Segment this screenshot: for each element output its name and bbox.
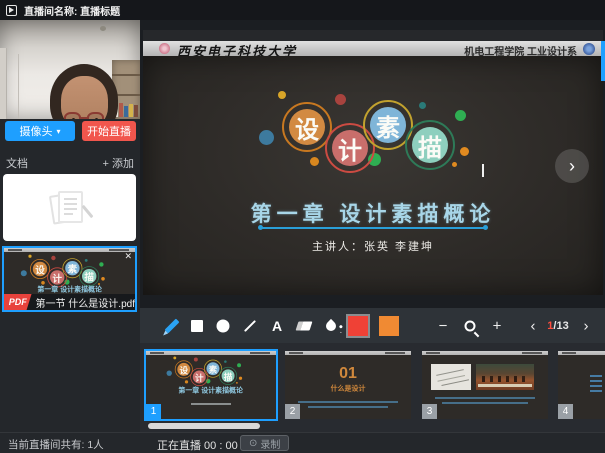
zoom-out-icon[interactable]: − <box>439 317 448 334</box>
pdf-filename: 第一节 什么是设计.pdf <box>36 295 135 310</box>
annotation-toolbar: A − + ‹ 1/13 › <box>140 308 605 343</box>
title-circle-miao: 描 <box>405 120 455 170</box>
start-live-button[interactable]: 开始直播 <box>82 121 136 141</box>
page-indicator: 1/13 <box>547 320 568 332</box>
webcam-person-face <box>61 76 108 119</box>
presentation-area: 西安电子科技大学 机电工程学院 工业设计系 设 计 素 <box>140 20 605 432</box>
next-slide-button[interactable]: › <box>555 149 589 183</box>
documents-label: 文档 <box>6 155 28 171</box>
slide-canvas[interactable]: 西安电子科技大学 机电工程学院 工业设计系 设 计 素 <box>143 30 603 295</box>
mini-section-title: 什么是设计 <box>285 383 411 401</box>
pdf-document-thumbnail[interactable]: ✕ 设 计 素 描 第一章 设计素描概论 <box>2 246 137 312</box>
rectangle-tool-icon[interactable] <box>191 320 203 332</box>
title-circle-miao: 描 <box>219 367 237 385</box>
slide-vertical-scrollbar[interactable] <box>601 41 605 81</box>
chalkboard: 设 计 素 描 第一章 设计素描概论 主讲人：张英 李建坤 <box>143 56 603 295</box>
thumbnail-slide-1[interactable]: 设 计 素 描 第一章 设计素描概论 1 <box>146 351 276 419</box>
university-seal-icon <box>159 43 170 54</box>
mini-sketch-image <box>431 364 471 390</box>
title-underline <box>261 227 485 229</box>
speakers-line: 主讲人：张英 李建坤 <box>143 238 603 254</box>
department-logo-icon <box>583 43 595 55</box>
text-tool-icon[interactable]: A <box>272 318 282 334</box>
slide-header-bar: 西安电子科技大学 机电工程学院 工业设计系 <box>143 41 603 56</box>
magnifier-icon[interactable] <box>465 320 476 331</box>
titlebar: 直播间名称: 直播标题 <box>0 0 605 20</box>
thumbnail-scrollbar[interactable] <box>148 423 260 429</box>
thumbnail-number: 4 <box>558 404 573 419</box>
webcam-wall-edge <box>18 54 19 119</box>
eraser-tool-icon[interactable] <box>296 321 313 330</box>
record-icon: ⊙ <box>249 438 257 449</box>
zoom-in-icon[interactable]: + <box>493 317 502 334</box>
add-document-button[interactable]: + 添加 <box>103 155 134 171</box>
statusbar: 当前直播间共有: 1人 正在直播 00 : 00 : 00 ⊙ 录制 <box>0 432 605 453</box>
close-icon[interactable]: ✕ <box>124 252 132 261</box>
mini-painting-image <box>476 364 534 390</box>
chevron-down-icon: ▾ <box>56 127 60 136</box>
slide-thumbnail-strip: 设 计 素 描 第一章 设计素描概论 1 01 什么是设计 <box>140 343 605 432</box>
live-room-icon <box>6 5 17 16</box>
next-page-icon[interactable]: › <box>584 317 589 334</box>
document-placeholder-icon <box>51 191 89 224</box>
color-swatch-orange[interactable] <box>379 316 399 336</box>
viewer-count: 当前直播间共有: 1人 <box>8 437 104 452</box>
color-swatch-red[interactable] <box>348 316 368 336</box>
prev-page-icon[interactable]: ‹ <box>531 317 536 334</box>
thumbnail-slide-3[interactable]: 3 <box>422 351 548 419</box>
pdf-badge: PDF <box>4 294 32 310</box>
mini-section-number: 01 <box>285 365 411 383</box>
title-circles: 设 计 素 描 <box>252 87 492 187</box>
thumbnail-number: 2 <box>285 404 300 419</box>
chapter-title: 第一章 设计素描概论 <box>143 198 603 228</box>
glasses-bridge <box>80 117 89 119</box>
thumbnail-slide-2[interactable]: 01 什么是设计 2 <box>285 351 411 419</box>
room-title: 直播间名称: 直播标题 <box>24 3 120 18</box>
mini-slide-header <box>4 248 135 252</box>
record-button[interactable]: ⊙ 录制 <box>240 435 289 451</box>
glasses-right-lens <box>87 112 104 119</box>
camera-select-button[interactable]: 摄像头 ▾ <box>5 121 75 141</box>
thumbnail-slide-4[interactable]: 4 <box>558 351 605 419</box>
documents-header: 文档 + 添加 <box>0 154 140 170</box>
text-cursor <box>482 164 484 177</box>
chevron-right-icon: › <box>569 156 575 177</box>
ellipse-tool-icon[interactable] <box>217 319 230 332</box>
live-stream-app: 直播间名称: 直播标题 摄 <box>0 0 605 453</box>
empty-document-slot[interactable] <box>3 174 136 241</box>
webcam-preview <box>0 20 140 119</box>
glasses-left-lens <box>64 112 81 119</box>
webcam-door <box>0 48 7 119</box>
brush-tool-icon[interactable] <box>324 318 338 332</box>
thumbnail-number: 1 <box>146 404 161 419</box>
stream-controls: 摄像头 ▾ 开始直播 <box>0 121 140 141</box>
pdf-filename-row: PDF 第一节 什么是设计.pdf <box>4 294 135 310</box>
sidebar: 摄像头 ▾ 开始直播 文档 + 添加 <box>0 20 140 432</box>
webcam-ceiling-lamp <box>100 26 106 31</box>
thumbnail-number: 3 <box>422 404 437 419</box>
